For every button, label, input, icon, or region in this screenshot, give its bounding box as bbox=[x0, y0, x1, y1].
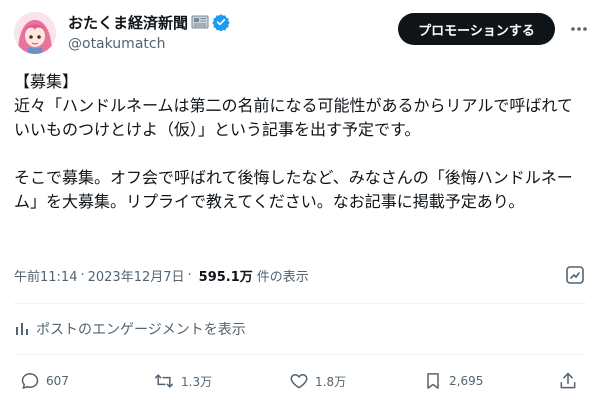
tweet-actions: 607 1.3万 1.8万 2,695 bbox=[14, 368, 586, 394]
more-dots-icon bbox=[571, 27, 587, 31]
author-block: おたくま経済新聞 @otakumatch bbox=[68, 12, 230, 52]
newspaper-icon bbox=[191, 13, 209, 31]
tweet-paragraph-2: そこで募集。オフ会で呼ばれて後悔したなど、みなさんの「後悔ハンドルネーム」を大募… bbox=[14, 168, 573, 211]
reply-icon bbox=[21, 373, 39, 389]
divider bbox=[14, 354, 586, 355]
author-name-row: おたくま経済新聞 bbox=[68, 12, 230, 32]
grok-icon bbox=[566, 266, 584, 284]
retweet-icon bbox=[154, 374, 174, 388]
view-engagements-label: ポストのエンゲージメントを表示 bbox=[36, 322, 246, 338]
tweet-text: 【募集】 近々「ハンドルネームは第二の名前になる可能性があるからリアルで呼ばれて… bbox=[14, 70, 574, 214]
view-engagements-link[interactable]: ポストのエンゲージメントを表示 bbox=[14, 317, 246, 341]
share-button[interactable] bbox=[558, 368, 578, 394]
reply-count: 607 bbox=[46, 374, 69, 388]
author-avatar[interactable] bbox=[14, 12, 56, 54]
promote-button[interactable]: プロモーションする bbox=[398, 13, 555, 45]
views-label: 件の表示 bbox=[256, 269, 309, 285]
reply-button[interactable]: 607 bbox=[20, 368, 69, 394]
grok-analyze-button[interactable] bbox=[564, 264, 586, 286]
tweet-paragraph-1: 【募集】 近々「ハンドルネームは第二の名前になる可能性があるからリアルで呼ばれて… bbox=[14, 72, 573, 139]
tweet-time[interactable]: 午前11:14 bbox=[14, 266, 77, 285]
heart-icon bbox=[290, 374, 308, 389]
retweet-count: 1.3万 bbox=[181, 374, 213, 389]
tweet-date[interactable]: 2023年12月7日 bbox=[88, 266, 185, 285]
bookmark-button[interactable]: 2,695 bbox=[423, 368, 483, 394]
bookmark-icon bbox=[427, 373, 439, 389]
like-count: 1.8万 bbox=[315, 374, 347, 389]
more-options-button[interactable] bbox=[566, 16, 592, 42]
share-icon bbox=[560, 372, 576, 389]
tweet-meta: 午前11:14 · 2023年12月7日 · 595.1万 件の表示 bbox=[14, 264, 309, 286]
author-display-name[interactable]: おたくま経済新聞 bbox=[68, 12, 188, 33]
anime-girl-avatar-icon bbox=[14, 12, 56, 54]
meta-separator: · bbox=[187, 267, 192, 283]
analytics-icon bbox=[16, 323, 28, 335]
divider bbox=[14, 303, 586, 304]
views-count: 595.1万 bbox=[198, 269, 253, 285]
author-handle[interactable]: @otakumatch bbox=[68, 36, 230, 52]
bookmark-count: 2,695 bbox=[449, 374, 484, 388]
verified-badge-icon[interactable] bbox=[212, 13, 230, 32]
meta-separator: · bbox=[80, 267, 85, 283]
retweet-button[interactable]: 1.3万 bbox=[153, 368, 212, 394]
like-button[interactable]: 1.8万 bbox=[289, 368, 346, 394]
